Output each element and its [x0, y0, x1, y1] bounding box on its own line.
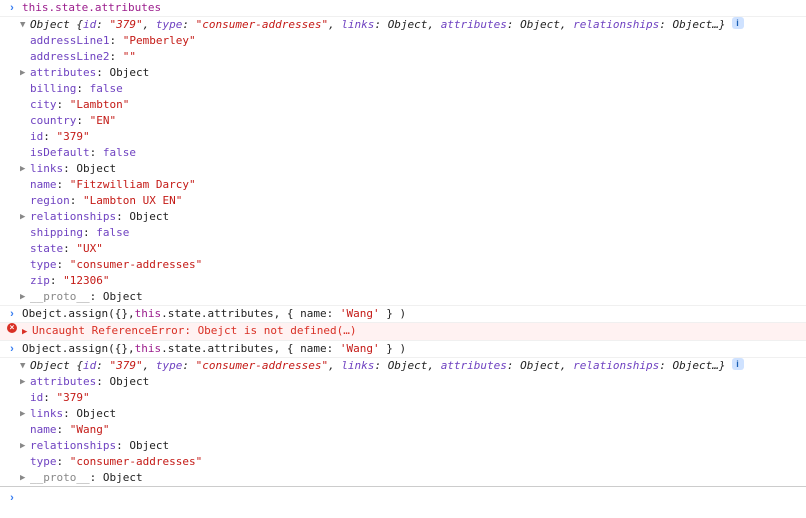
prop-row[interactable]: links: Object [16, 406, 806, 422]
prop-row[interactable]: relationships: Object [16, 438, 806, 454]
expand-caret-icon[interactable] [20, 209, 30, 225]
prop-row[interactable]: type: "consumer-addresses" [16, 257, 806, 273]
prop-row[interactable]: name: "Fitzwilliam Darcy" [16, 177, 806, 193]
prop-row[interactable]: type: "consumer-addresses" [16, 454, 806, 470]
expand-caret-icon[interactable] [22, 324, 32, 340]
prop-row[interactable]: zip: "12306" [16, 273, 806, 289]
summary-text: Object {id: "379", type: "consumer-addre… [30, 358, 726, 374]
input-prompt-icon: › [4, 341, 20, 357]
prop-row[interactable]: relationships: Object [16, 209, 806, 225]
expand-caret-icon[interactable] [20, 161, 30, 177]
console-input-text[interactable]: this.state.attributes [20, 0, 802, 16]
summary-text: Object {id: "379", type: "consumer-addre… [30, 17, 726, 33]
console-error-row: × Uncaught ReferenceError: Obejct is not… [0, 323, 806, 341]
console-input-row: › Object.assign({},this.state.attributes… [0, 341, 806, 358]
expand-caret-icon[interactable] [20, 358, 30, 374]
input-prompt-icon: › [4, 490, 20, 506]
prop-row[interactable]: id: "379" [16, 390, 806, 406]
expand-caret-icon[interactable] [20, 65, 30, 81]
prop-row[interactable]: addressLine2: "" [16, 49, 806, 65]
expand-caret-icon[interactable] [20, 406, 30, 422]
console-active-prompt[interactable]: › [0, 486, 806, 509]
prop-row[interactable]: links: Object [16, 161, 806, 177]
prop-row[interactable]: state: "UX" [16, 241, 806, 257]
prop-row[interactable]: billing: false [16, 81, 806, 97]
console-input-active[interactable] [20, 490, 802, 506]
prop-row[interactable]: name: "Wang" [16, 422, 806, 438]
info-icon[interactable]: i [732, 358, 744, 370]
prop-row[interactable]: id: "379" [16, 129, 806, 145]
object-summary-line[interactable]: Object {id: "379", type: "consumer-addre… [16, 358, 806, 374]
prop-row[interactable]: addressLine1: "Pemberley" [16, 33, 806, 49]
expand-caret-icon[interactable] [20, 438, 30, 454]
console-input-row: › Obejct.assign({},this.state.attributes… [0, 306, 806, 323]
console-input-text[interactable]: Obejct.assign({},this.state.attributes, … [20, 306, 802, 322]
prop-row[interactable]: isDefault: false [16, 145, 806, 161]
expand-caret-icon[interactable] [20, 289, 30, 305]
error-icon: × [4, 323, 20, 333]
expand-caret-icon[interactable] [20, 470, 30, 486]
prop-row[interactable]: __proto__: Object [16, 470, 806, 486]
prop-row[interactable]: country: "EN" [16, 113, 806, 129]
object-summary-line[interactable]: Object {id: "379", type: "consumer-addre… [16, 17, 806, 33]
object-result: Object {id: "379", type: "consumer-addre… [0, 358, 806, 486]
prop-row[interactable]: shipping: false [16, 225, 806, 241]
console-input-text[interactable]: Object.assign({},this.state.attributes, … [20, 341, 802, 357]
console-input-row: › this.state.attributes [0, 0, 806, 17]
expand-caret-icon[interactable] [20, 374, 30, 390]
code-text: this.state.attributes [22, 1, 161, 14]
input-prompt-icon: › [4, 0, 20, 16]
info-icon[interactable]: i [732, 17, 744, 29]
prop-row[interactable]: attributes: Object [16, 374, 806, 390]
prop-row[interactable]: __proto__: Object [16, 289, 806, 305]
prop-row[interactable]: region: "Lambton UX EN" [16, 193, 806, 209]
expand-caret-icon[interactable] [20, 17, 30, 33]
object-result: Object {id: "379", type: "consumer-addre… [0, 17, 806, 306]
prop-row[interactable]: attributes: Object [16, 65, 806, 81]
prop-row[interactable]: city: "Lambton" [16, 97, 806, 113]
error-text[interactable]: Uncaught ReferenceError: Obejct is not d… [20, 323, 802, 340]
